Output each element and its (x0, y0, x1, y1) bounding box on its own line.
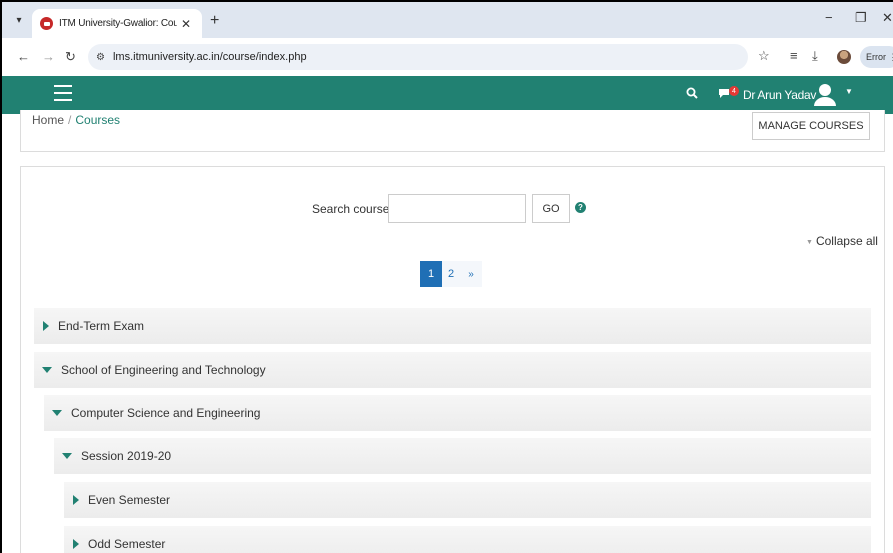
page-2-button[interactable]: 2 (442, 261, 460, 287)
collapse-triangle-icon[interactable] (62, 453, 72, 459)
triangle-down-icon: ▼ (806, 239, 813, 246)
error-label: Error (866, 52, 886, 62)
close-window-icon[interactable]: ✕ (882, 10, 893, 26)
collapse-triangle-icon[interactable] (52, 410, 62, 416)
hamburger-menu-icon[interactable] (54, 85, 72, 101)
tab-search-chevron-icon[interactable]: ▾ (10, 11, 28, 29)
browser-tab[interactable]: ITM University-Gwalior: Courses ✕ (32, 9, 202, 38)
manage-courses-button[interactable]: MANAGE COURSES (752, 112, 870, 140)
download-icon[interactable]: ⤓ (812, 48, 818, 64)
site-navbar: 4 Dr Arun Yadav ▼ (2, 76, 893, 114)
category-even-semester[interactable]: Even Semester (64, 482, 871, 518)
restore-icon[interactable]: ❐ (855, 10, 867, 26)
category-session-2019-20[interactable]: Session 2019-20 (54, 438, 871, 474)
category-school-of-engineering[interactable]: School of Engineering and Technology (34, 352, 871, 388)
collapse-all-link[interactable]: ▼ Collapse all (806, 234, 878, 248)
university-favicon-icon (40, 17, 53, 30)
category-label[interactable]: End-Term Exam (58, 319, 144, 333)
breadcrumb-separator: / (68, 113, 72, 127)
tab-strip: ▾ ITM University-Gwalior: Courses ✕ + − … (2, 2, 893, 38)
new-tab-plus-icon[interactable]: + (210, 12, 219, 30)
category-label[interactable]: Even Semester (88, 493, 170, 507)
search-courses-label: Search courses (312, 202, 396, 216)
pagination: 1 2 » (420, 261, 482, 287)
breadcrumb: Home / Courses (32, 113, 120, 127)
reading-mode-icon[interactable]: ≡ (790, 48, 798, 63)
user-menu-caret-icon[interactable]: ▼ (845, 87, 853, 96)
page-1-button[interactable]: 1 (420, 261, 442, 287)
error-button[interactable]: Error ⋮ (860, 46, 893, 68)
minimize-icon[interactable]: − (825, 10, 833, 25)
page-content: Home / Courses MANAGE COURSES Search cours… (2, 110, 893, 553)
expand-triangle-icon[interactable] (73, 539, 79, 549)
address-bar-row: ← → ↻ ⚙ lms.itmuniversity.ac.in/course/i… (2, 38, 893, 76)
user-avatar-icon[interactable] (813, 82, 837, 106)
profile-avatar[interactable] (837, 50, 851, 64)
help-question-icon[interactable]: ? (575, 202, 586, 213)
search-courses-input[interactable] (388, 194, 526, 223)
collapse-triangle-icon[interactable] (42, 367, 52, 373)
collapse-all-label: Collapse all (815, 234, 878, 248)
category-label[interactable]: Session 2019-20 (81, 449, 171, 463)
expand-triangle-icon[interactable] (73, 495, 79, 505)
go-button[interactable]: GO (532, 194, 570, 223)
category-label[interactable]: Computer Science and Engineering (71, 406, 260, 420)
user-name[interactable]: Dr Arun Yadav (743, 88, 816, 102)
next-page-button[interactable]: » (460, 261, 482, 287)
forward-arrow-icon[interactable]: → (42, 49, 55, 64)
url-text[interactable]: lms.itmuniversity.ac.in/course/index.php (113, 51, 307, 63)
search-icon[interactable] (686, 87, 698, 102)
category-computer-science[interactable]: Computer Science and Engineering (44, 395, 871, 431)
breadcrumb-courses[interactable]: Courses (75, 113, 120, 127)
category-label[interactable]: Odd Semester (88, 537, 165, 551)
breadcrumb-home[interactable]: Home (32, 113, 64, 127)
category-label[interactable]: School of Engineering and Technology (61, 363, 266, 377)
browser-window: ▾ ITM University-Gwalior: Courses ✕ + − … (0, 0, 893, 553)
message-count-badge: 4 (729, 86, 739, 96)
bookmark-star-icon[interactable]: ☆ (758, 48, 770, 64)
category-odd-semester[interactable]: Odd Semester (64, 526, 871, 553)
omnibox[interactable]: ⚙ lms.itmuniversity.ac.in/course/index.p… (88, 44, 748, 70)
category-end-term-exam[interactable]: End-Term Exam (34, 308, 871, 344)
close-tab-icon[interactable]: ✕ (181, 17, 191, 31)
tab-title: ITM University-Gwalior: Courses (59, 18, 177, 29)
expand-triangle-icon[interactable] (43, 321, 49, 331)
site-info-icon[interactable]: ⚙ (96, 52, 105, 63)
back-arrow-icon[interactable]: ← (17, 49, 30, 64)
reload-icon[interactable]: ↻ (65, 49, 76, 65)
